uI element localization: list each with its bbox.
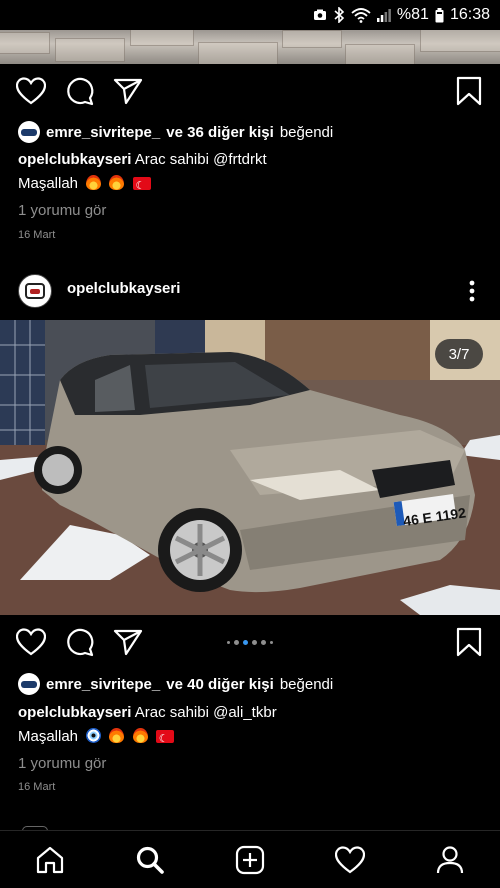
caption-username[interactable]: opelclubkayseri (18, 151, 131, 168)
carousel-counter: 3/7 (435, 339, 483, 369)
liker-avatar[interactable] (18, 673, 40, 695)
likes-others[interactable]: ve 40 diğer kişi (166, 676, 274, 693)
comment-bubble-icon[interactable] (63, 74, 97, 108)
home-icon[interactable] (30, 840, 70, 880)
clock: 16:38 (449, 6, 490, 23)
liker-avatar[interactable] (18, 121, 40, 143)
caption-line2: Maşallah (18, 728, 79, 745)
bottom-navigation (0, 830, 500, 888)
post-header: opelclubkayseri (0, 268, 500, 320)
carousel-dot (227, 641, 230, 644)
carousel-dot (270, 641, 273, 644)
post-actions (0, 64, 500, 116)
previous-post-image[interactable] (0, 30, 500, 64)
wifi-icon (351, 7, 371, 23)
evil-eye-emoji-icon (86, 728, 102, 743)
liker-username[interactable]: emre_sivritepe_ (46, 124, 160, 141)
turkey-flag-emoji-icon (132, 174, 151, 198)
screenshot-icon (313, 8, 327, 22)
share-send-icon[interactable] (111, 74, 145, 108)
likes-others[interactable]: ve 36 diğer kişi (166, 124, 274, 141)
post-caption: opelclubkayseri Arac sahibi @ali_tkbr Ma… (18, 701, 488, 751)
turkey-flag-emoji-icon (155, 727, 174, 751)
post-date: 16 Mart (18, 229, 56, 241)
fire-emoji-icon (86, 175, 102, 190)
profile-icon[interactable] (430, 840, 470, 880)
carousel-dot (234, 640, 239, 645)
save-bookmark-icon[interactable] (452, 74, 486, 108)
caption-line2: Maşallah (18, 175, 79, 192)
carousel-indicator (0, 640, 500, 645)
activity-heart-icon[interactable] (330, 840, 370, 880)
fire-emoji-icon (132, 728, 148, 743)
likes-summary[interactable]: emre_sivritepe_ ve 40 diğer kişi beğendi (18, 671, 333, 697)
battery-percentage: %81 (396, 6, 429, 23)
view-comments-link[interactable]: 1 yorumu gör (18, 202, 106, 219)
post-image-car[interactable]: 46 E 1192 3/7 (0, 320, 500, 615)
fire-emoji-icon (109, 175, 125, 190)
liker-username[interactable]: emre_sivritepe_ (46, 676, 160, 693)
new-post-icon[interactable] (230, 840, 270, 880)
likes-summary[interactable]: emre_sivritepe_ ve 36 diğer kişi beğendi (18, 119, 333, 145)
post-username[interactable]: opelclubkayseri (67, 280, 180, 297)
search-icon[interactable] (130, 840, 170, 880)
caption-text: Arac sahibi @ali_tkbr (134, 704, 277, 721)
more-options-icon[interactable] (462, 276, 482, 306)
carousel-dot (252, 640, 257, 645)
fire-emoji-icon (109, 728, 125, 743)
caption-username[interactable]: opelclubkayseri (18, 704, 131, 721)
post-caption: opelclubkayseri Arac sahibi @frtdrkt Maş… (18, 148, 488, 198)
like-heart-icon[interactable] (14, 74, 48, 108)
view-comments-link[interactable]: 1 yorumu gör (18, 755, 106, 772)
likes-suffix: beğendi (279, 675, 334, 693)
status-bar: %81 16:38 (0, 0, 500, 30)
bluetooth-icon (333, 7, 345, 23)
likes-suffix: beğendi (279, 123, 334, 141)
battery-icon (435, 7, 444, 23)
carousel-dot-active (243, 640, 248, 645)
caption-text: Arac sahibi @frtdrkt (134, 151, 267, 168)
account-avatar[interactable] (18, 274, 52, 308)
carousel-dot (261, 640, 266, 645)
post-date: 16 Mart (18, 781, 56, 793)
signal-icon (376, 8, 391, 22)
